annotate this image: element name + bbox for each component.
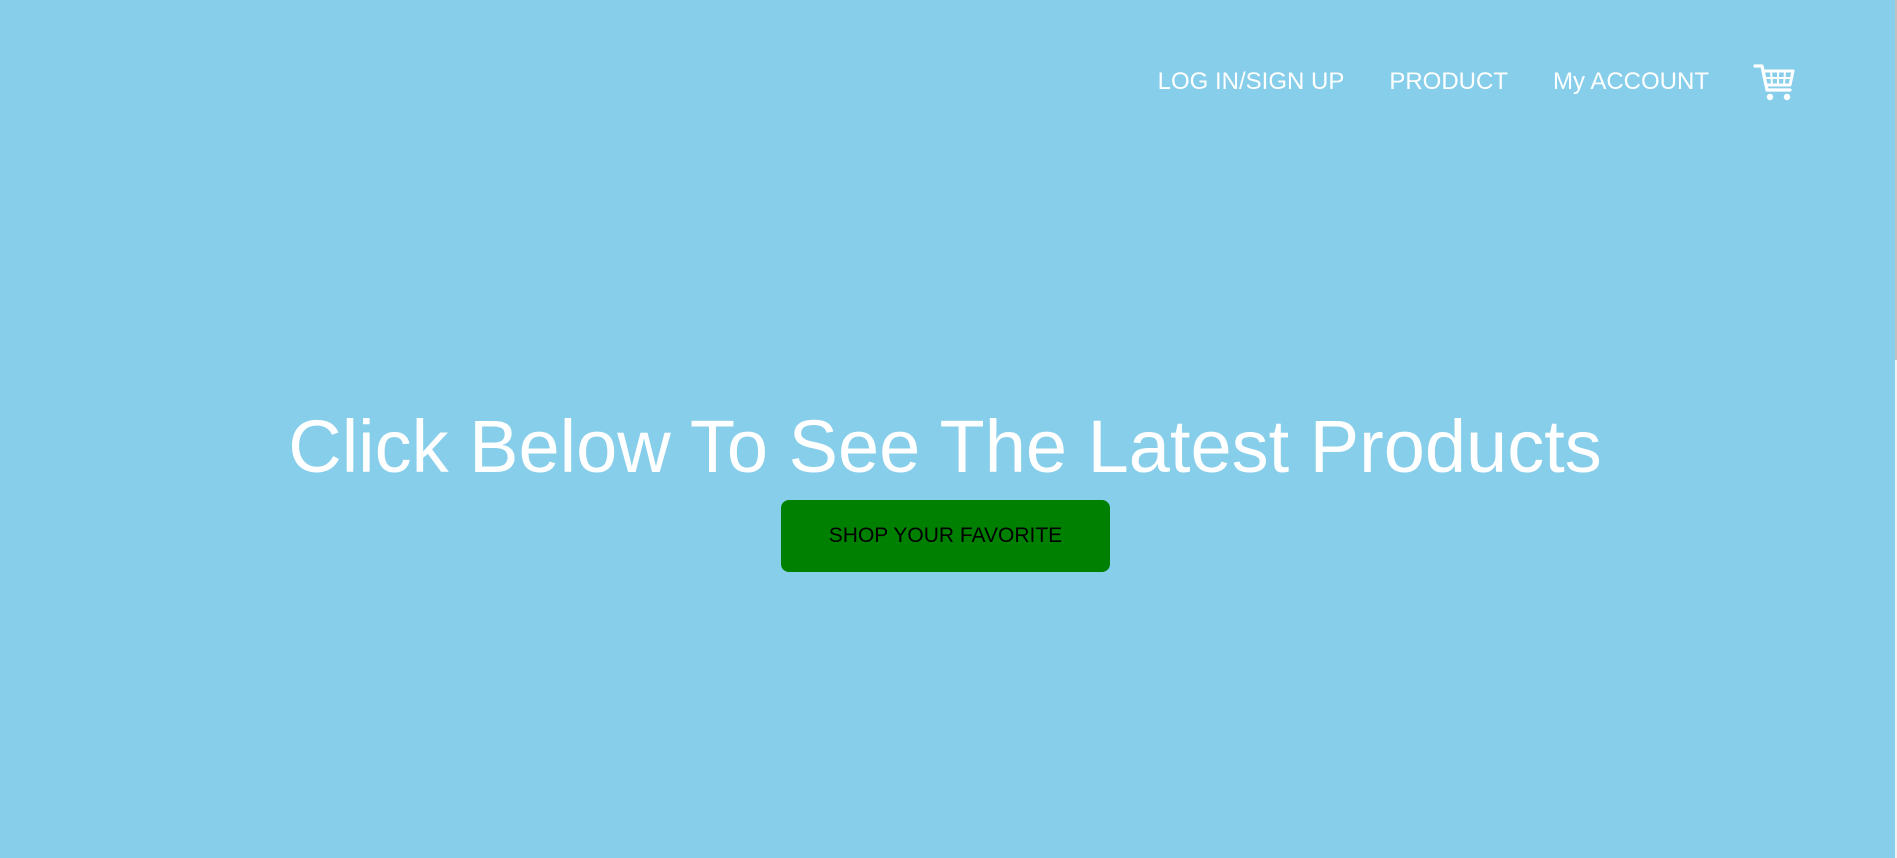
cart-icon[interactable] [1753, 60, 1797, 104]
nav-login-signup-link[interactable]: LOG IN/SIGN UP [1158, 64, 1345, 100]
page-background: LOG IN/SIGN UP PRODUCT My ACCOUNT Click … [0, 0, 1895, 858]
hero-title: Click Below To See The Latest Products [288, 405, 1602, 488]
nav-product-link[interactable]: PRODUCT [1389, 64, 1508, 100]
top-nav: LOG IN/SIGN UP PRODUCT My ACCOUNT [1113, 60, 1797, 104]
nav-account-link[interactable]: My ACCOUNT [1553, 64, 1709, 100]
shop-your-favorite-button[interactable]: SHOP YOUR FAVORITE [781, 500, 1110, 572]
